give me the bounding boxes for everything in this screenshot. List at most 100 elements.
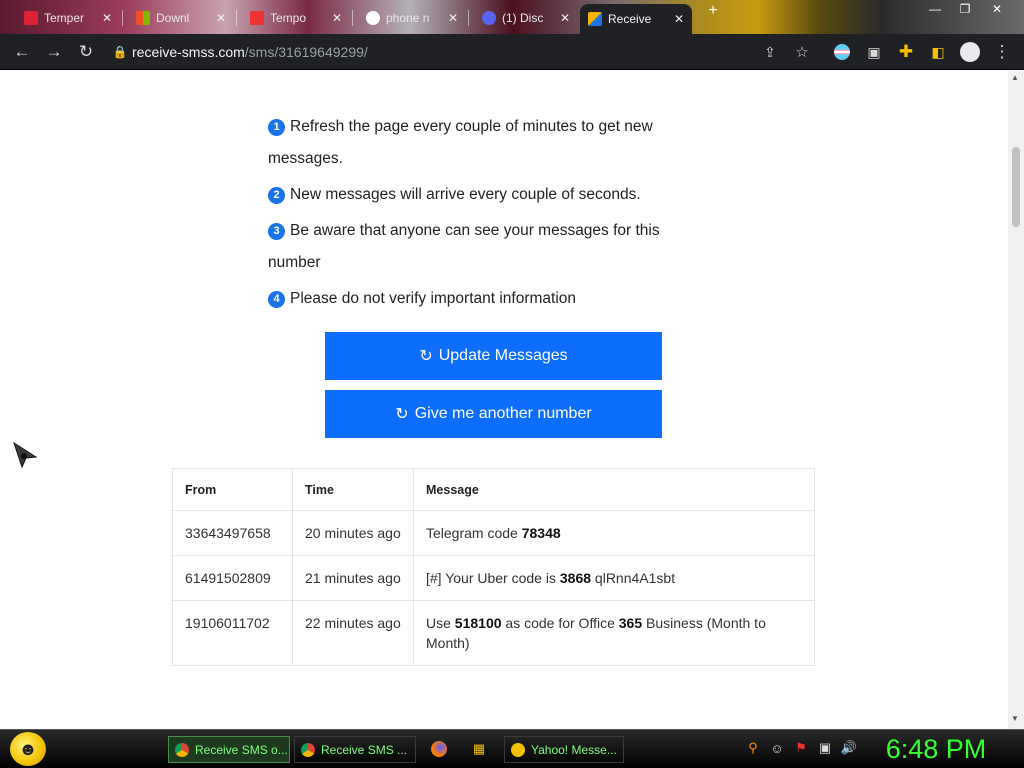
extension-icon[interactable]: ▣ <box>862 40 886 64</box>
message-code: 3868 <box>559 570 592 586</box>
new-tab-icon[interactable]: + <box>700 2 726 20</box>
screen: Temper ✕ Downl ✕ Tempo ✕ phone n ✕ (1) D… <box>0 0 1024 768</box>
scroll-down-icon[interactable]: ▼ <box>1011 714 1019 723</box>
tab-3[interactable]: Tempo ✕ <box>242 4 350 32</box>
instruction-text: Be aware that anyone can see your messag… <box>268 222 660 271</box>
forward-icon[interactable]: → <box>42 40 66 64</box>
mail-icon <box>250 11 264 25</box>
column-header-message: Message <box>413 468 815 511</box>
chrome-icon <box>301 742 315 757</box>
instructions-list: 1 Refresh the page every couple of minute… <box>268 111 688 319</box>
puzzle-icon[interactable]: ✚ <box>894 40 918 64</box>
tab-title: Tempo <box>270 11 307 25</box>
taskbar-item-label: Receive SMS o... <box>195 742 288 757</box>
chat-tray-icon[interactable]: ☺ <box>768 738 786 758</box>
tab-4[interactable]: phone n ✕ <box>358 4 466 32</box>
scroll-up-icon[interactable]: ▲ <box>1011 73 1019 82</box>
tab-5[interactable]: (1) Disc ✕ <box>474 4 578 32</box>
search-icon[interactable]: ⚲ <box>744 738 762 758</box>
instruction-1: 1 Refresh the page every couple of minute… <box>268 111 688 175</box>
discord-icon <box>482 11 496 25</box>
google-icon <box>366 11 380 25</box>
table-row: 61491502809 21 minutes ago [#] Your Uber c… <box>172 555 815 601</box>
volume-tray-icon[interactable]: 🔊 <box>840 738 858 758</box>
message-text: Telegram code <box>426 525 522 541</box>
message-text: Use <box>426 615 455 631</box>
network-tray-icon[interactable]: ▣ <box>816 738 834 758</box>
close-icon[interactable]: ✕ <box>560 11 570 25</box>
number-badge-icon: 1 <box>268 118 285 136</box>
another-number-button[interactable]: ↻ Give me another number <box>325 390 662 438</box>
profile-avatar-icon[interactable] <box>958 40 982 64</box>
close-icon[interactable]: ✕ <box>448 11 458 25</box>
message-text: [#] Your Uber code is <box>426 570 560 586</box>
restore-icon[interactable]: ❐ <box>952 2 978 16</box>
scroll-thumb[interactable] <box>1012 147 1020 227</box>
taskbar-item-label: Yahoo! Messe... <box>531 742 617 757</box>
lock-icon: 🔒 <box>112 45 128 59</box>
refresh-icon: ↻ <box>395 406 409 423</box>
taskbar-item-yahoo[interactable]: Yahoo! Messe... <box>504 736 624 763</box>
cell-message: [#] Your Uber code is 3868 qlRnn4A1sbt <box>413 555 815 601</box>
number-badge-icon: 2 <box>268 186 285 204</box>
close-icon[interactable]: ✕ <box>674 12 684 26</box>
update-messages-button[interactable]: ↻ Update Messages <box>325 332 662 380</box>
clock[interactable]: 6:48 PM <box>870 732 1002 766</box>
messages-table: From Time Message 33643497658 20 minutes … <box>172 468 815 666</box>
reload-icon[interactable]: ↻ <box>74 40 98 64</box>
flag-tray-icon[interactable]: ⚑ <box>792 738 810 758</box>
message-code: 365 <box>618 615 643 631</box>
url-path: /sms/31619649299/ <box>244 44 368 60</box>
tab-title: Temper <box>44 11 85 25</box>
cell-message: Use 518100 as code for Office 365 Busine… <box>413 600 815 666</box>
tab-strip: Temper ✕ Downl ✕ Tempo ✕ phone n ✕ (1) D… <box>0 0 1024 34</box>
refresh-icon: ↻ <box>419 348 433 365</box>
update-messages-label: Update Messages <box>438 347 568 364</box>
instruction-text: New messages will arrive every couple of… <box>290 186 641 203</box>
smiley-start-icon: ☻ <box>18 738 38 759</box>
tab-title: (1) Disc <box>502 11 544 25</box>
extension-flag-icon[interactable] <box>830 40 854 64</box>
number-badge-icon: 4 <box>268 290 285 308</box>
table-row: 19106011702 22 minutes ago Use 518100 as c… <box>172 600 815 666</box>
taskbar-item-chrome-1[interactable]: Receive SMS o... <box>168 736 290 763</box>
close-icon[interactable]: ✕ <box>216 11 226 25</box>
back-icon[interactable]: ← <box>10 40 34 64</box>
page-content: 1 Refresh the page every couple of minute… <box>0 71 1008 729</box>
tab-title: Receive <box>608 12 652 26</box>
microsoft-icon <box>136 11 150 25</box>
close-icon[interactable]: ✕ <box>332 11 342 25</box>
message-text: as code for Office <box>501 615 619 631</box>
number-badge-icon: 3 <box>268 222 285 240</box>
share-icon[interactable]: ⇪ <box>758 40 782 64</box>
cell-time: 21 minutes ago <box>292 555 414 601</box>
another-number-label: Give me another number <box>414 405 592 422</box>
star-icon[interactable]: ☆ <box>790 40 814 64</box>
url-host: receive-smss.com <box>132 44 245 60</box>
window-close-icon[interactable]: ✕ <box>984 2 1010 16</box>
sidepanel-icon[interactable]: ◧ <box>926 40 950 64</box>
taskbar-item-chrome-2[interactable]: Receive SMS ... <box>294 736 416 763</box>
tab-2[interactable]: Downl ✕ <box>128 4 234 32</box>
message-text: qlRnn4A1sbt <box>591 570 676 586</box>
message-code: 518100 <box>454 615 502 631</box>
tab-title: phone n <box>386 11 430 25</box>
vertical-scrollbar[interactable]: ▲ ▼ <box>1008 71 1024 729</box>
close-icon[interactable]: ✕ <box>102 11 112 25</box>
tab-title: Downl <box>156 11 190 25</box>
tab-1[interactable]: Temper ✕ <box>16 4 120 32</box>
taskbar-item-label: Receive SMS ... <box>321 742 408 757</box>
address-bar[interactable]: 🔒 receive-smss.com/sms/31619649299/ <box>108 38 826 66</box>
cell-time: 22 minutes ago <box>292 600 414 666</box>
folder-icon[interactable]: ▦ <box>470 739 488 759</box>
column-header-from: From <box>172 468 293 511</box>
cell-time: 20 minutes ago <box>292 510 414 556</box>
menu-kebab-icon[interactable]: ⋮ <box>990 40 1014 64</box>
instruction-3: 3 Be aware that anyone can see your messa… <box>268 215 688 279</box>
chrome-icon <box>175 742 189 757</box>
instruction-text: Please do not verify important informati… <box>290 290 577 307</box>
tab-receive-active[interactable]: Receive ✕ <box>580 4 692 34</box>
tab-favicon-icon <box>24 11 38 25</box>
firefox-icon[interactable] <box>430 739 448 759</box>
minimize-icon[interactable]: — <box>922 2 948 16</box>
